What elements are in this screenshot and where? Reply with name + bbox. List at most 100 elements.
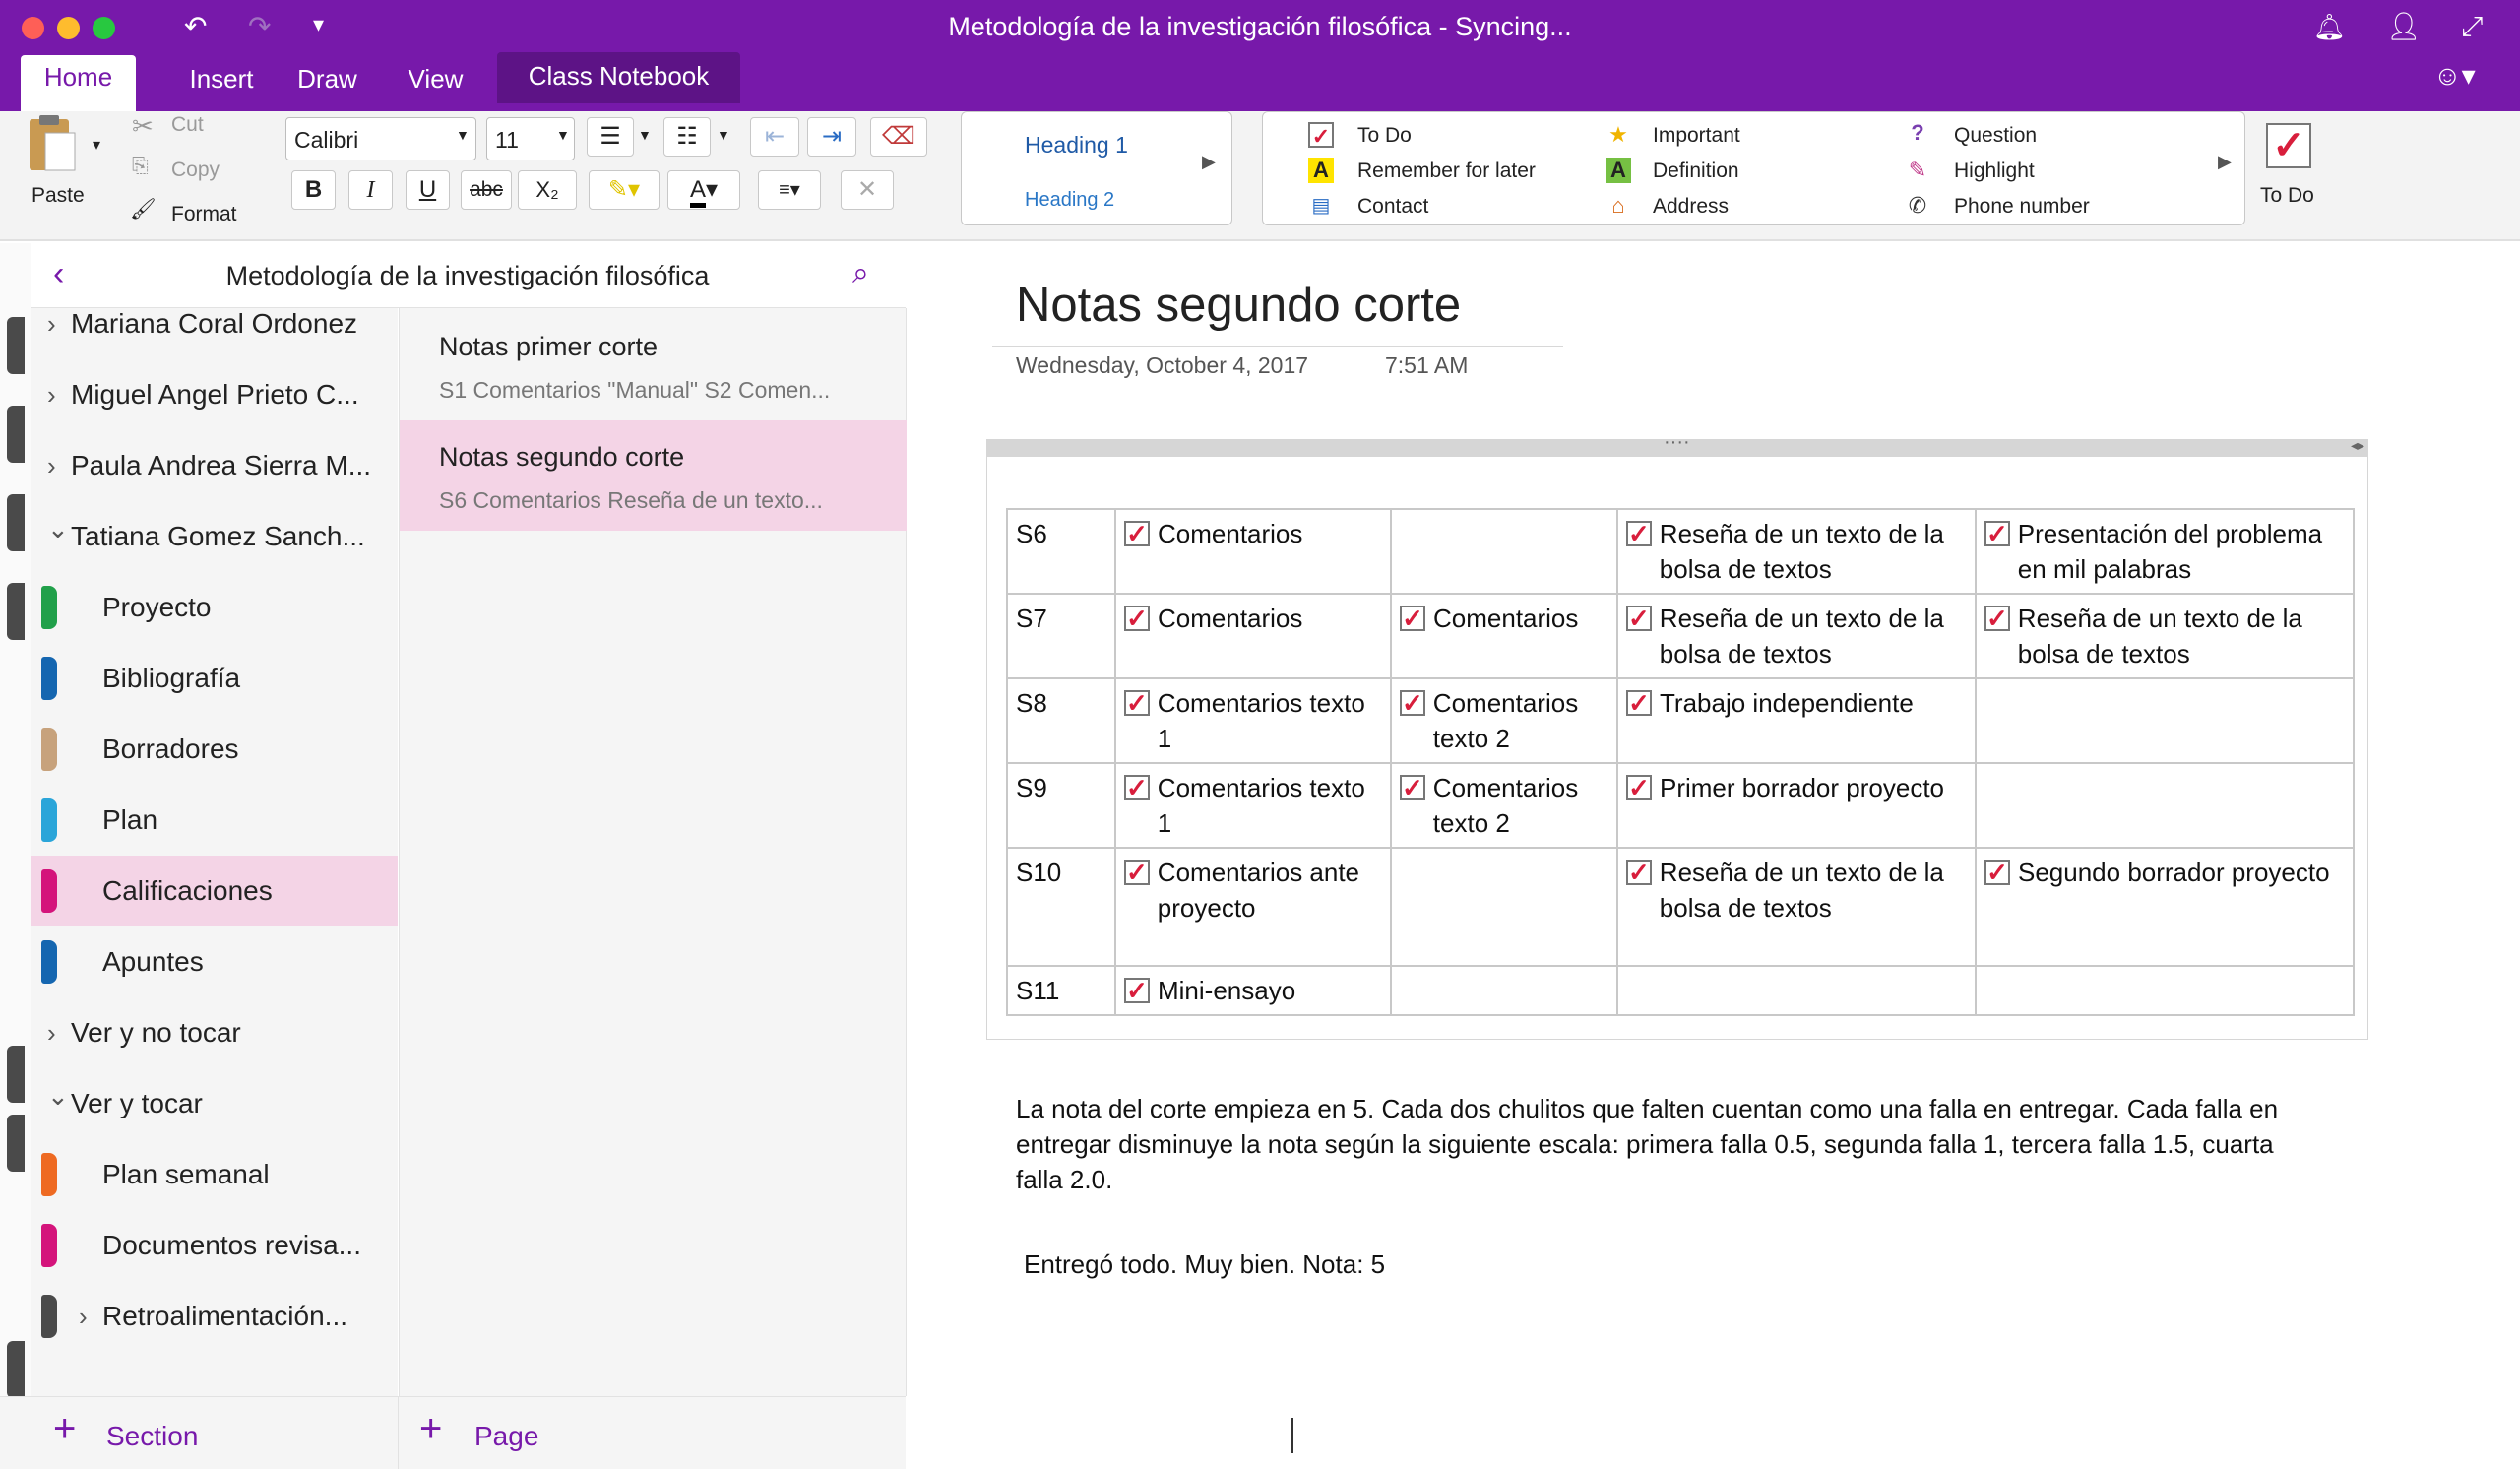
chevron-down-icon[interactable]: ⌄ [47,501,69,564]
checked-todo-icon[interactable]: ✓ [1400,775,1425,800]
section-group[interactable]: › Mariana Coral Ordonez [32,308,398,359]
tab-view[interactable]: View [394,59,477,102]
add-page-button[interactable]: Page [474,1421,538,1452]
section-item-selected[interactable]: Calificaciones [32,856,398,926]
tag-question[interactable]: Question [1954,124,2037,148]
page-title[interactable]: Notas segundo corte [1016,278,1461,333]
tab-class-notebook[interactable]: Class Notebook [497,52,740,103]
assignment-cell[interactable]: ✓ Comentarios ante proyecto [1114,847,1392,967]
tag-important[interactable]: Important [1653,124,1740,148]
section-item[interactable]: Plan [32,785,398,856]
increase-indent-icon[interactable]: ⇥ [807,117,856,157]
numbering-icon[interactable]: ☷ [663,117,711,157]
assignment-cell[interactable]: ✓ Comentarios [1390,593,1618,679]
align-icon[interactable]: ≡▾ [758,170,821,210]
assignment-cell[interactable] [1616,965,1977,1016]
assignment-cell[interactable]: ✓ Mini-ensayo [1114,965,1392,1016]
container-handle-bar[interactable]: ···· ◂▸ [986,431,2368,457]
paste-button[interactable]: Paste [32,184,85,208]
chevron-down-icon[interactable]: ▼ [638,127,652,143]
checked-todo-icon[interactable]: ✓ [1626,606,1652,631]
page-item[interactable]: Notas primer corte S1 Comentarios "Manua… [400,310,907,418]
resize-handle-icon[interactable]: ◂▸ [2351,437,2364,454]
checked-todo-icon[interactable]: ✓ [1626,521,1652,546]
section-group[interactable]: ⌄ Tatiana Gomez Sanch... [32,501,398,572]
cut-button[interactable]: Cut [171,113,204,137]
section-item[interactable]: Documentos revisa... [32,1210,398,1281]
checked-todo-icon[interactable]: ✓ [1626,690,1652,716]
section-item[interactable]: › Retroalimentación... [32,1281,398,1352]
page-item-selected[interactable]: Notas segundo corte S6 Comentarios Reseñ… [400,420,907,531]
assignment-cell[interactable] [1975,677,2355,764]
assignment-cell[interactable]: ✓ Reseña de un texto de la bolsa de texto… [1975,593,2355,679]
font-size-select[interactable]: 11 ▼ [486,117,575,160]
notebook-title[interactable]: Metodología de la investigación filosófi… [108,261,827,291]
checked-todo-icon[interactable]: ✓ [1124,775,1150,800]
assignment-cell[interactable]: ✓ Primer borrador proyecto [1616,762,1977,849]
tag-remember[interactable]: Remember for later [1357,160,1536,183]
chevron-right-icon[interactable]: › [47,997,56,1068]
section-group[interactable]: › Miguel Angel Prieto C... [32,359,398,430]
chevron-right-icon[interactable]: › [47,430,56,501]
close-window-button[interactable] [22,17,44,39]
todo-tag-icon[interactable]: ✓ [2266,123,2311,168]
checked-todo-icon[interactable]: ✓ [1400,690,1425,716]
assignment-cell[interactable]: ✓ Comentarios [1114,508,1392,595]
redo-icon[interactable]: ↷ [248,12,271,41]
assignment-cell[interactable]: ✓ Reseña de un texto de la bolsa de texto… [1616,508,1977,595]
chevron-right-icon[interactable]: › [47,308,56,359]
chevron-down-icon[interactable]: ▼ [717,127,730,143]
copy-button[interactable]: Copy [171,159,220,182]
tag-contact[interactable]: Contact [1357,195,1428,219]
section-item[interactable]: Proyecto [32,572,398,643]
grading-rules-text[interactable]: La nota del corte empieza en 5. Cada dos… [1016,1091,2296,1197]
chevron-down-icon[interactable]: ⌄ [47,1068,69,1131]
session-cell[interactable]: S7 [1006,593,1116,679]
decrease-indent-icon[interactable]: ⇤ [750,117,799,157]
assignment-cell[interactable]: ✓ Comentarios texto 2 [1390,762,1618,849]
tag-highlight[interactable]: Highlight [1954,160,2035,183]
highlight-color-button[interactable]: ✎▾ [589,170,660,210]
section-item[interactable]: Apuntes [32,926,398,997]
section-group[interactable]: › Paula Andrea Sierra M... [32,430,398,501]
add-section-button[interactable]: Section [106,1421,198,1452]
styles-more-icon[interactable]: ▶ [1202,152,1216,172]
drag-handle-icon[interactable]: ···· [1664,431,1690,454]
italic-button[interactable]: I [348,170,393,210]
undo-icon[interactable]: ↶ [184,12,207,41]
assignment-cell[interactable] [1390,847,1618,967]
checked-todo-icon[interactable]: ✓ [1400,606,1425,631]
chevron-right-icon[interactable]: › [79,1281,88,1352]
checked-todo-icon[interactable]: ✓ [1124,690,1150,716]
feedback-smiley-icon[interactable]: ☺▾ [2433,61,2476,91]
delete-icon[interactable]: ✕ [841,170,894,210]
style-heading-2[interactable]: Heading 2 [1025,189,1114,212]
session-cell[interactable]: S10 [1006,847,1116,967]
style-heading-1[interactable]: Heading 1 [1025,132,1128,159]
assignment-cell[interactable]: ✓ Segundo borrador proyecto [1975,847,2355,967]
tab-insert[interactable]: Insert [158,59,285,102]
font-color-button[interactable]: A▾ [667,170,740,210]
paste-dropdown-icon[interactable]: ▾ [93,135,100,155]
assignment-cell[interactable]: ✓ Comentarios texto 2 [1390,677,1618,764]
session-cell[interactable]: S11 [1006,965,1116,1016]
tag-definition[interactable]: Definition [1653,160,1739,183]
assignment-cell[interactable] [1390,965,1618,1016]
fullscreen-icon[interactable]: ⤢ [2461,12,2483,41]
checked-todo-icon[interactable]: ✓ [1984,860,2010,885]
add-page-plus-icon[interactable]: + [419,1407,442,1450]
underline-button[interactable]: U [406,170,450,210]
assignment-cell[interactable] [1975,965,2355,1016]
checked-todo-icon[interactable]: ✓ [1124,860,1150,885]
tab-home[interactable]: Home [21,55,136,111]
tab-draw[interactable]: Draw [281,59,374,102]
tags-more-icon[interactable]: ▶ [2218,152,2232,172]
checked-todo-icon[interactable]: ✓ [1626,860,1652,885]
checked-todo-icon[interactable]: ✓ [1124,978,1150,1003]
minimize-window-button[interactable] [57,17,80,39]
notification-bell-icon[interactable]: 🔔︎ [2313,12,2346,41]
zoom-window-button[interactable] [93,17,115,39]
section-item[interactable]: Bibliografía [32,643,398,714]
assignment-cell[interactable]: ✓ Reseña de un texto de la bolsa de texto… [1616,593,1977,679]
final-note-text[interactable]: Entregó todo. Muy bien. Nota: 5 [1024,1246,1385,1282]
